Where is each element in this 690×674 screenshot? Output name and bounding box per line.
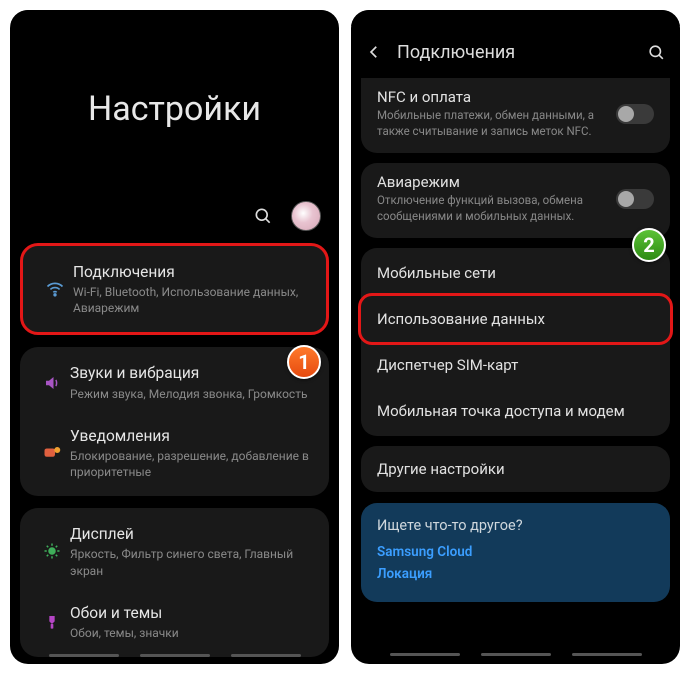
row-title: Звуки и вибрация — [70, 363, 315, 383]
card-display: Дисплей Яркость, Фильтр синего света, Гл… — [20, 508, 329, 657]
title-area: Настройки — [10, 24, 339, 195]
item-other[interactable]: Другие настройки — [361, 446, 670, 492]
item-sub: Отключение функций вызова, обмена сообще… — [377, 193, 616, 224]
sound-icon — [34, 374, 70, 392]
info-card: Ищете что-то другое? Samsung Cloud Локац… — [361, 503, 670, 602]
item-title: Другие настройки — [377, 460, 505, 478]
card-sounds-notifications: 1 Звуки и вибрация Режим звука, Мелодия … — [20, 347, 329, 496]
status-bar — [351, 10, 680, 26]
brush-icon — [34, 614, 70, 630]
toggle-nfc[interactable] — [616, 104, 654, 124]
status-bar — [10, 10, 339, 24]
row-wallpaper[interactable]: Обои и темы Обои, темы, значки — [20, 591, 329, 653]
section-other: Другие настройки — [361, 446, 670, 492]
item-title: Мобильные сети — [377, 264, 496, 282]
display-icon — [34, 542, 70, 560]
row-sounds[interactable]: Звуки и вибрация Режим звука, Мелодия зв… — [20, 351, 329, 413]
toggle-airplane[interactable] — [616, 189, 654, 209]
item-airplane[interactable]: Авиарежим Отключение функций вызова, обм… — [361, 163, 670, 238]
row-display[interactable]: Дисплей Яркость, Фильтр синего света, Гл… — [20, 512, 329, 591]
link-samsung-cloud[interactable]: Samsung Cloud — [377, 544, 654, 560]
item-nfc[interactable]: NFC и оплата Мобильные платежи, обмен да… — [361, 78, 670, 153]
row-sub: Блокирование, разрешение, добавление в п… — [70, 448, 315, 480]
row-sub: Режим звука, Мелодия звонка, Громкость — [70, 386, 315, 402]
search-icon[interactable] — [647, 43, 666, 62]
item-title: Использование данных — [377, 310, 545, 328]
item-title: Диспетчер SIM-карт — [377, 356, 518, 374]
wifi-icon — [37, 279, 73, 299]
item-mobile-networks[interactable]: 2 Мобильные сети — [361, 250, 670, 296]
page-title: Настройки — [88, 89, 261, 129]
section-airplane: Авиарежим Отключение функций вызова, обм… — [361, 163, 670, 238]
item-sim[interactable]: Диспетчер SIM-карт — [361, 342, 670, 388]
row-sub: Яркость, Фильтр синего света, Главный эк… — [70, 546, 315, 578]
row-sub: Wi-Fi, Bluetooth, Использование данных, … — [73, 284, 312, 316]
item-data-usage[interactable]: Использование данных — [358, 293, 673, 345]
header: Подключения — [351, 26, 680, 78]
settings-screen: Настройки Подключения Wi-Fi, Bluetooth, … — [10, 10, 339, 664]
back-icon[interactable] — [365, 43, 383, 61]
row-sub: Обои, темы, значки — [70, 625, 315, 641]
card-connections[interactable]: Подключения Wi-Fi, Bluetooth, Использова… — [20, 243, 329, 336]
item-title: NFC и оплата — [377, 88, 616, 106]
row-connections[interactable]: Подключения Wi-Fi, Bluetooth, Использова… — [23, 250, 326, 329]
step-badge-2: 2 — [632, 228, 666, 262]
actions-row — [10, 195, 339, 237]
nav-bar — [351, 644, 680, 664]
notification-icon — [34, 446, 70, 460]
avatar[interactable] — [291, 201, 321, 231]
link-location[interactable]: Локация — [377, 566, 654, 582]
section-network: 2 Мобильные сети Использование данных Ди… — [361, 248, 670, 436]
item-title: Мобильная точка доступа и модем — [377, 402, 625, 420]
row-title: Обои и темы — [70, 603, 315, 623]
row-notifications[interactable]: Уведомления Блокирование, разрешение, до… — [20, 414, 329, 493]
search-icon[interactable] — [253, 206, 273, 226]
item-sub: Мобильные платежи, обмен данными, а такж… — [377, 108, 616, 139]
row-title: Уведомления — [70, 426, 315, 446]
header-title: Подключения — [397, 42, 633, 63]
item-hotspot[interactable]: Мобильная точка доступа и модем — [361, 388, 670, 434]
row-title: Дисплей — [70, 524, 315, 544]
info-title: Ищете что-то другое? — [377, 517, 654, 534]
section-nfc: NFC и оплата Мобильные платежи, обмен да… — [361, 78, 670, 153]
row-title: Подключения — [73, 262, 312, 282]
connections-screen: Подключения NFC и оплата Мобильные плате… — [351, 10, 680, 664]
item-title: Авиарежим — [377, 173, 616, 191]
